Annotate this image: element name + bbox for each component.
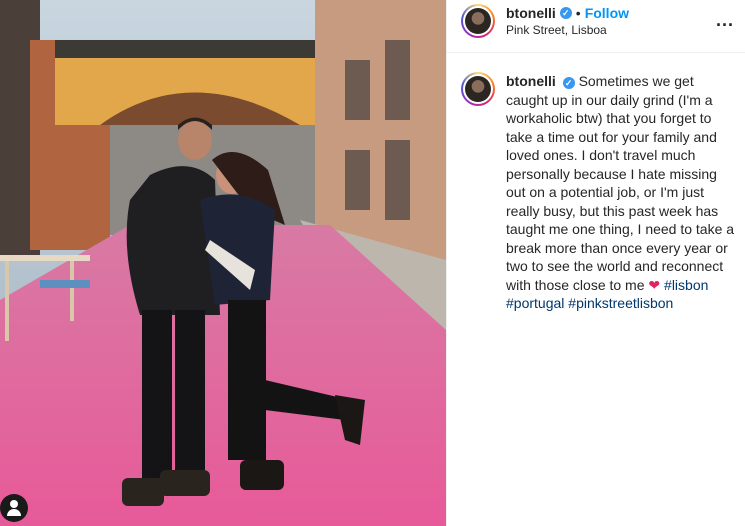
caption-avatar[interactable] — [461, 72, 495, 106]
caption-verified-badge-icon: ✓ — [562, 77, 575, 89]
avatar[interactable] — [461, 4, 495, 38]
heart-emoji-icon: ❤ — [648, 276, 661, 293]
verified-badge-icon: ✓ — [559, 7, 572, 19]
location-link[interactable]: Pink Street, Lisboa — [506, 23, 607, 37]
caption-avatar-image — [465, 76, 491, 102]
user-tag-icon[interactable] — [0, 494, 28, 522]
hashtag-pinkstreetlisbon[interactable]: #pinkstreetlisbon — [568, 295, 673, 311]
user-tag-icon-head — [10, 500, 18, 508]
caption-username-link[interactable]: btonelli — [506, 73, 556, 89]
hashtag-portugal[interactable]: #portugal — [506, 295, 564, 311]
hashtag-lisbon[interactable]: #lisbon — [664, 277, 708, 293]
user-tag-icon-body — [7, 509, 21, 516]
caption-text: Sometimes we get caught up in our daily … — [506, 73, 735, 293]
follow-button[interactable]: Follow — [585, 5, 629, 21]
post-caption: btonelli ✓ Sometimes we get caught up in… — [506, 72, 736, 313]
header-user-line: btonelli ✓ • Follow — [506, 5, 629, 21]
post-header: btonelli ✓ • Follow Pink Street, Lisboa … — [447, 0, 745, 53]
separator-dot: • — [575, 5, 581, 21]
post-photo[interactable] — [0, 0, 446, 526]
avatar-image — [465, 8, 491, 34]
photo-illustration — [0, 0, 446, 526]
username-link[interactable]: btonelli — [506, 5, 556, 21]
post-side-panel: btonelli ✓ • Follow Pink Street, Lisboa … — [446, 0, 745, 526]
avatar-ring — [463, 6, 493, 36]
caption-avatar-ring — [463, 74, 493, 104]
more-options-icon[interactable]: ... — [716, 10, 734, 31]
